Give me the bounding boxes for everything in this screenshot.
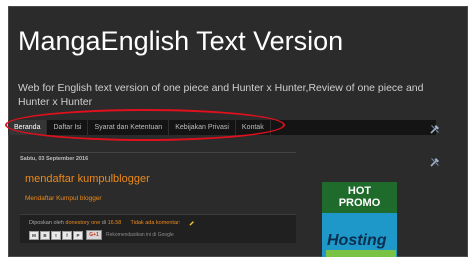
post-footer: Diposkan oleh donestory one di 16.58 Tid… <box>20 214 296 243</box>
google-plus-button[interactable]: G+1 <box>86 230 102 240</box>
posted-by-label: Diposkan oleh <box>29 219 64 226</box>
share-twitter-button[interactable]: t <box>51 230 61 240</box>
pencil-icon[interactable] <box>188 219 195 226</box>
post-title[interactable]: mendaftar kumpulblogger <box>25 173 150 185</box>
blog-title[interactable]: MangaEnglish Text Version <box>18 26 343 57</box>
post-date: Sabtu, 03 September 2016 <box>20 156 89 162</box>
author-link[interactable]: donestory one <box>65 220 100 226</box>
blog-description: Web for English text version of one piec… <box>18 82 424 108</box>
share-email-button[interactable]: M <box>29 230 39 240</box>
post-body-link[interactable]: Mendaftar Kumpul blogger <box>25 195 102 202</box>
page-frame: MangaEnglish Text Version Web for Englis… <box>0 0 474 257</box>
sidebar-ad-banner[interactable]: HOT PROMO Hosting <box>322 182 397 257</box>
ad-promo-text: PROMO <box>338 197 381 209</box>
time-link[interactable]: 16.58 <box>108 220 122 226</box>
divider <box>20 152 296 153</box>
ad-bottom-strip <box>326 250 396 257</box>
share-buttons: M B t f P G+1 Rekomendasikan ini di Goog… <box>29 230 174 240</box>
ad-hosting-text: Hosting <box>327 232 387 249</box>
at-label: di <box>101 219 107 226</box>
comments-link[interactable]: Tidak ada komentar: <box>130 220 180 226</box>
highlight-ellipse <box>5 109 285 141</box>
tools-icon[interactable] <box>430 157 440 167</box>
post-meta: Diposkan oleh donestory one di 16.58 Tid… <box>29 219 195 226</box>
tools-icon[interactable] <box>430 124 440 134</box>
main-column: Sabtu, 03 September 2016 mendaftar kumpu… <box>20 148 296 257</box>
ad-hot-promo: HOT PROMO <box>322 182 397 213</box>
share-pinterest-button[interactable]: P <box>73 230 83 240</box>
recommend-text: Rekomendasikan ini di Google <box>106 232 174 238</box>
ad-hot-text: HOT <box>347 185 372 197</box>
share-blog-button[interactable]: B <box>40 230 50 240</box>
share-facebook-button[interactable]: f <box>62 230 72 240</box>
